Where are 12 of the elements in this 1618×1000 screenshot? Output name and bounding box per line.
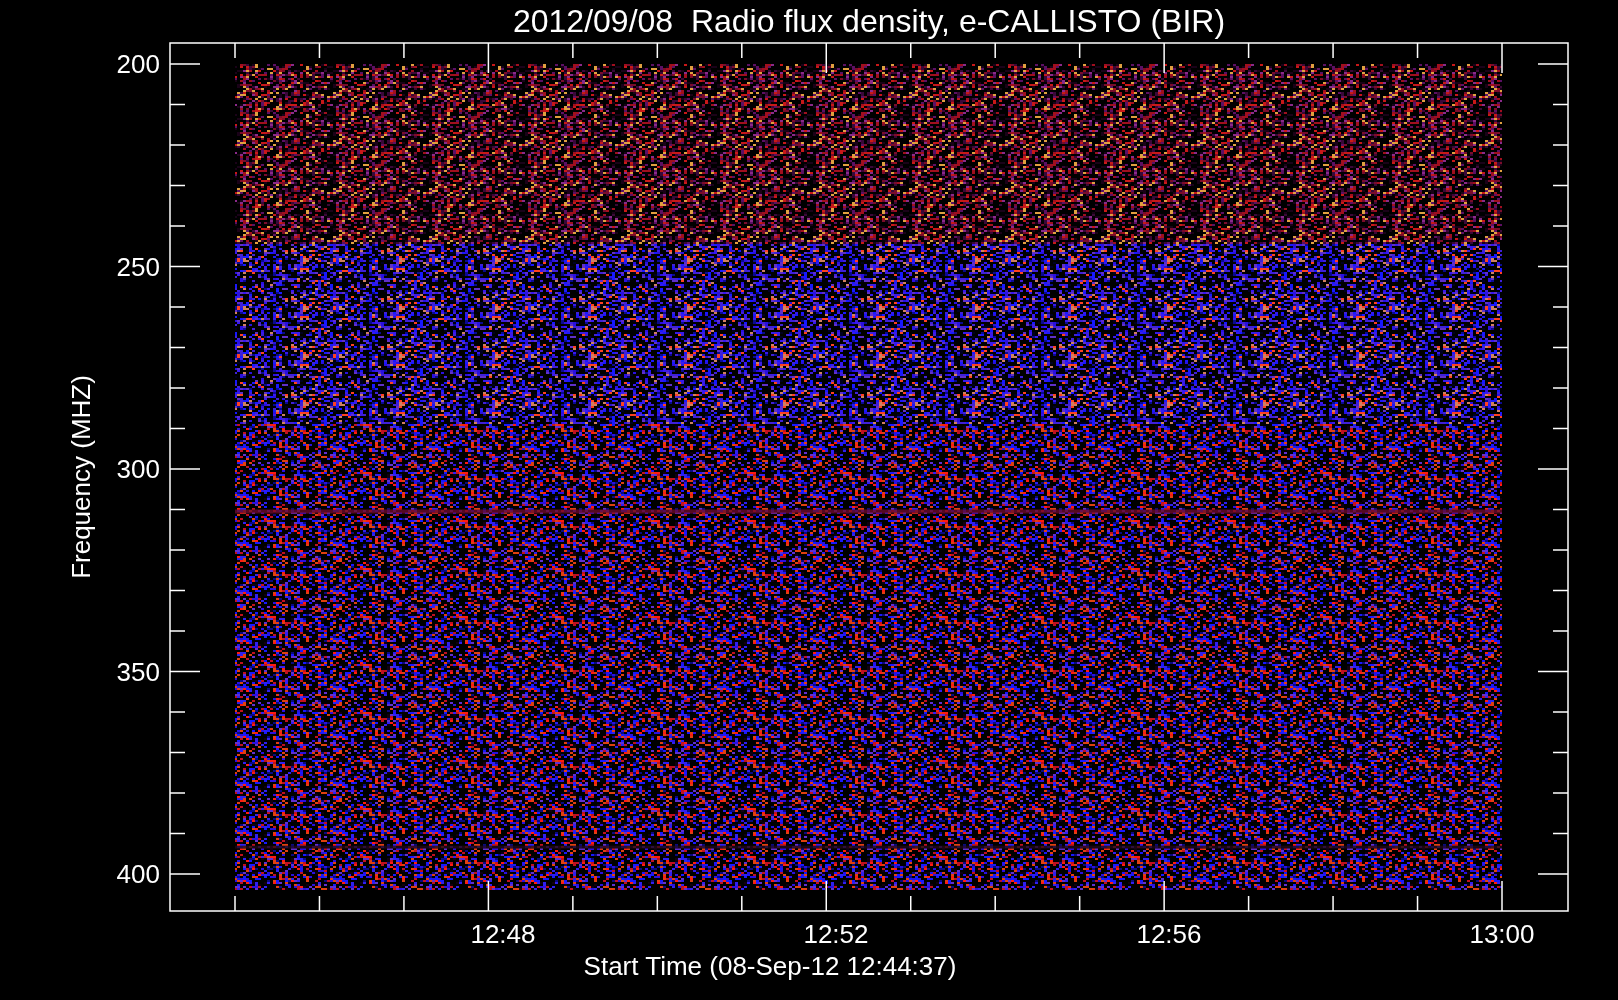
x-tick-label: 12:52 [803, 919, 869, 949]
plot-title: 2012/09/08 Radio flux density, e-CALLISTO (BIR) [512, 3, 1226, 39]
y-tick-label: 350 [116, 656, 160, 687]
x-axis-title: Start Time (08-Sep-12 12:44:37) [583, 951, 957, 981]
y-tick-label: 250 [116, 251, 160, 282]
x-tick-label: 12:56 [1136, 919, 1202, 949]
x-tick-label: 13:00 [1469, 919, 1535, 949]
y-tick-label: 300 [116, 454, 160, 484]
y-tick-label: 400 [116, 859, 160, 889]
y-tick-label: 200 [116, 49, 160, 79]
y-axis-title: Frequency (MHZ) [66, 375, 96, 579]
x-tick-label: 12:48 [470, 919, 536, 949]
